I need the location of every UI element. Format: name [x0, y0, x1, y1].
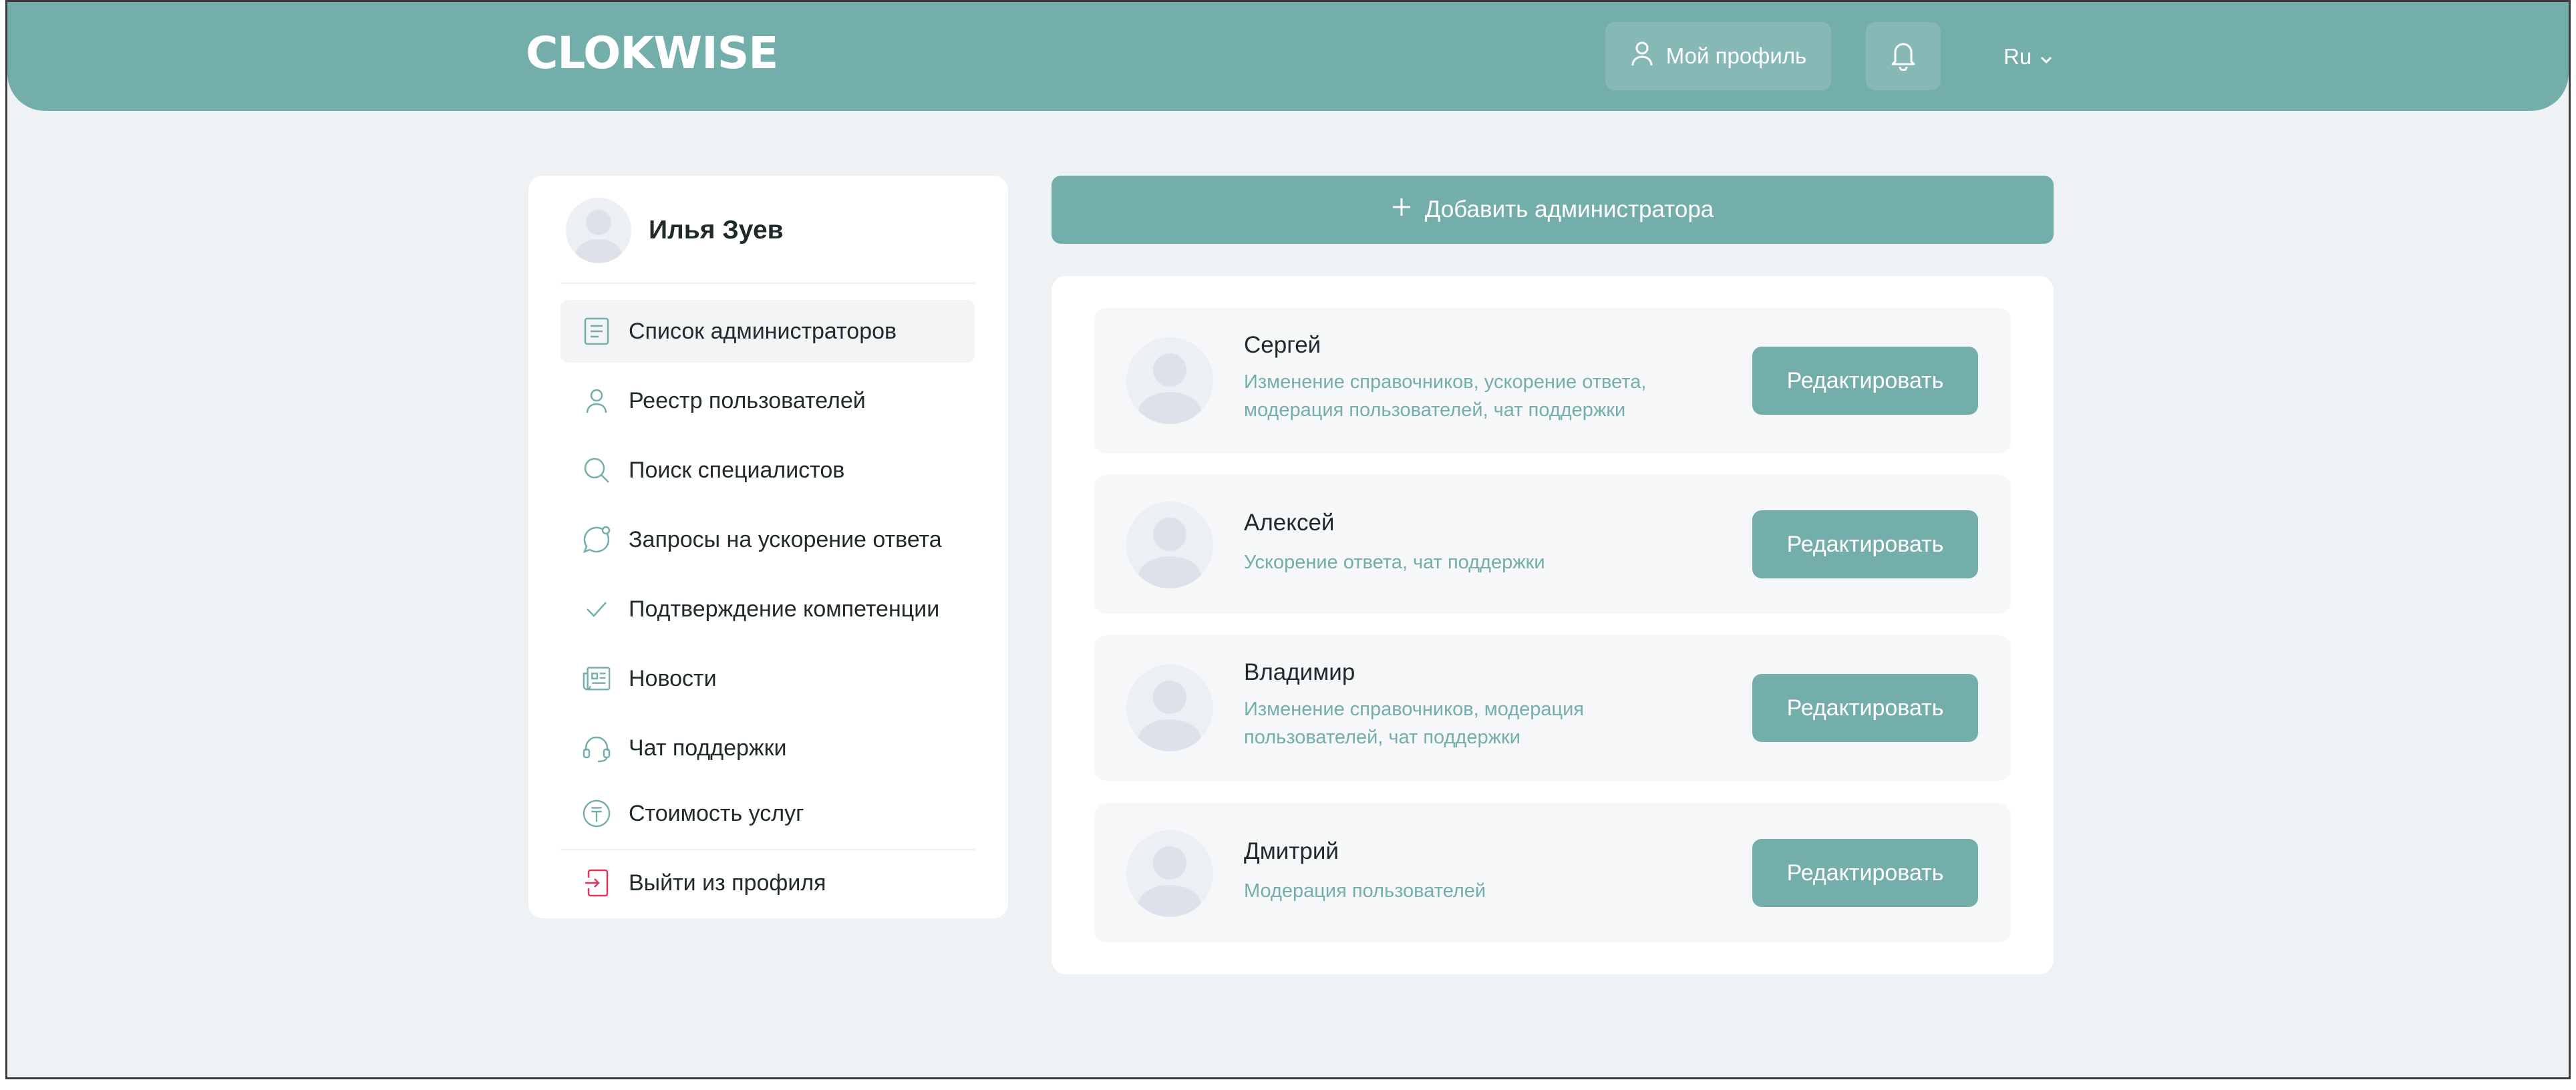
admin-permissions: Модерация пользователей	[1244, 880, 1486, 902]
sidebar-item-label: Новости	[629, 665, 717, 691]
user-icon	[1630, 40, 1654, 72]
sidebar-item-label: Стоимость услуг	[629, 800, 804, 826]
sidebar-item-label: Запросы на ускорение ответа	[629, 526, 942, 552]
admin-permissions: Ускорение ответа, чат поддержки	[1244, 552, 1545, 573]
admin-card: Алексей Ускорение ответа, чат поддержки …	[1094, 475, 2011, 614]
sidebar-item-label: Список администраторов	[629, 318, 897, 344]
sidebar: Илья Зуев Список администраторов Реестр …	[528, 176, 1008, 918]
brand-logo[interactable]: CLOKWISE	[526, 27, 778, 79]
language-selector[interactable]: Ru	[2003, 41, 2053, 73]
sidebar-item-admin-list[interactable]: Список администраторов	[560, 300, 975, 363]
divider	[560, 283, 975, 284]
notifications-button[interactable]	[1866, 22, 1941, 90]
divider	[560, 849, 975, 850]
admin-permissions: Изменение справочников, модерация пользо…	[1244, 699, 1585, 748]
sidebar-item-speedup-requests[interactable]: Запросы на ускорение ответа	[560, 508, 975, 571]
add-admin-button[interactable]: Добавить администратора	[1052, 176, 2054, 244]
admin-card: Сергей Изменение справочников, ускорение…	[1094, 308, 2011, 453]
sidebar-item-competence[interactable]: Подтверждение компетенции	[560, 578, 975, 641]
sidebar-item-specialist-search[interactable]: Поиск специалистов	[560, 439, 975, 502]
sidebar-user: Илья Зуев	[566, 197, 980, 264]
add-admin-label: Добавить администратора	[1424, 196, 1714, 222]
avatar	[1126, 337, 1213, 424]
edit-button[interactable]: Редактировать	[1752, 839, 1978, 907]
avatar	[566, 198, 631, 263]
admin-list: Сергей Изменение справочников, ускорение…	[1052, 276, 2054, 974]
user-icon	[582, 386, 611, 415]
edit-button[interactable]: Редактировать	[1752, 347, 1978, 415]
sidebar-item-service-cost[interactable]: Стоимость услуг	[560, 782, 975, 845]
news-icon	[582, 664, 611, 693]
logout-button[interactable]: Выйти из профиля	[560, 852, 975, 914]
admin-name: Дмитрий	[1244, 838, 1339, 864]
admin-permissions: Изменение справочников, ускорение ответа…	[1244, 371, 1647, 421]
avatar	[1126, 830, 1213, 917]
admin-name: Владимир	[1244, 659, 1355, 685]
my-profile-label: Мой профиль	[1665, 43, 1807, 68]
sidebar-item-user-registry[interactable]: Реестр пользователей	[560, 369, 975, 432]
tenge-icon	[582, 799, 611, 828]
my-profile-button[interactable]: Мой профиль	[1605, 22, 1831, 90]
list-icon	[582, 317, 611, 346]
sidebar-item-label: Чат поддержки	[629, 735, 787, 761]
sidebar-item-label: Подтверждение компетенции	[629, 596, 940, 622]
avatar	[1126, 502, 1213, 588]
edit-button[interactable]: Редактировать	[1752, 674, 1978, 742]
bell-icon	[1889, 39, 1918, 74]
sidebar-item-news[interactable]: Новости	[560, 647, 975, 710]
top-header: CLOKWISE Мой профиль Ru	[7, 2, 2569, 111]
headset-icon	[582, 733, 611, 763]
admin-name: Алексей	[1244, 510, 1335, 536]
admin-card: Владимир Изменение справочников, модерац…	[1094, 635, 2011, 781]
plus-icon	[1392, 196, 1412, 223]
chat-bubble-icon	[582, 525, 611, 554]
search-icon	[582, 456, 611, 485]
chevron-down-icon	[2040, 44, 2053, 69]
logout-icon	[582, 868, 611, 898]
avatar	[1126, 665, 1213, 751]
user-name: Илья Зуев	[649, 216, 784, 244]
app-window: CLOKWISE Мой профиль Ru Илья Зуев Список…	[5, 0, 2571, 1079]
sidebar-item-support-chat[interactable]: Чат поддержки	[560, 717, 975, 779]
admin-name: Сергей	[1244, 332, 1321, 358]
sidebar-item-label: Реестр пользователей	[629, 387, 866, 413]
sidebar-item-label: Поиск специалистов	[629, 457, 845, 483]
admin-card: Дмитрий Модерация пользователей Редактир…	[1094, 803, 2011, 942]
logout-label: Выйти из профиля	[629, 870, 826, 896]
check-icon	[582, 594, 611, 624]
language-label: Ru	[2003, 44, 2032, 69]
edit-button[interactable]: Редактировать	[1752, 510, 1978, 578]
